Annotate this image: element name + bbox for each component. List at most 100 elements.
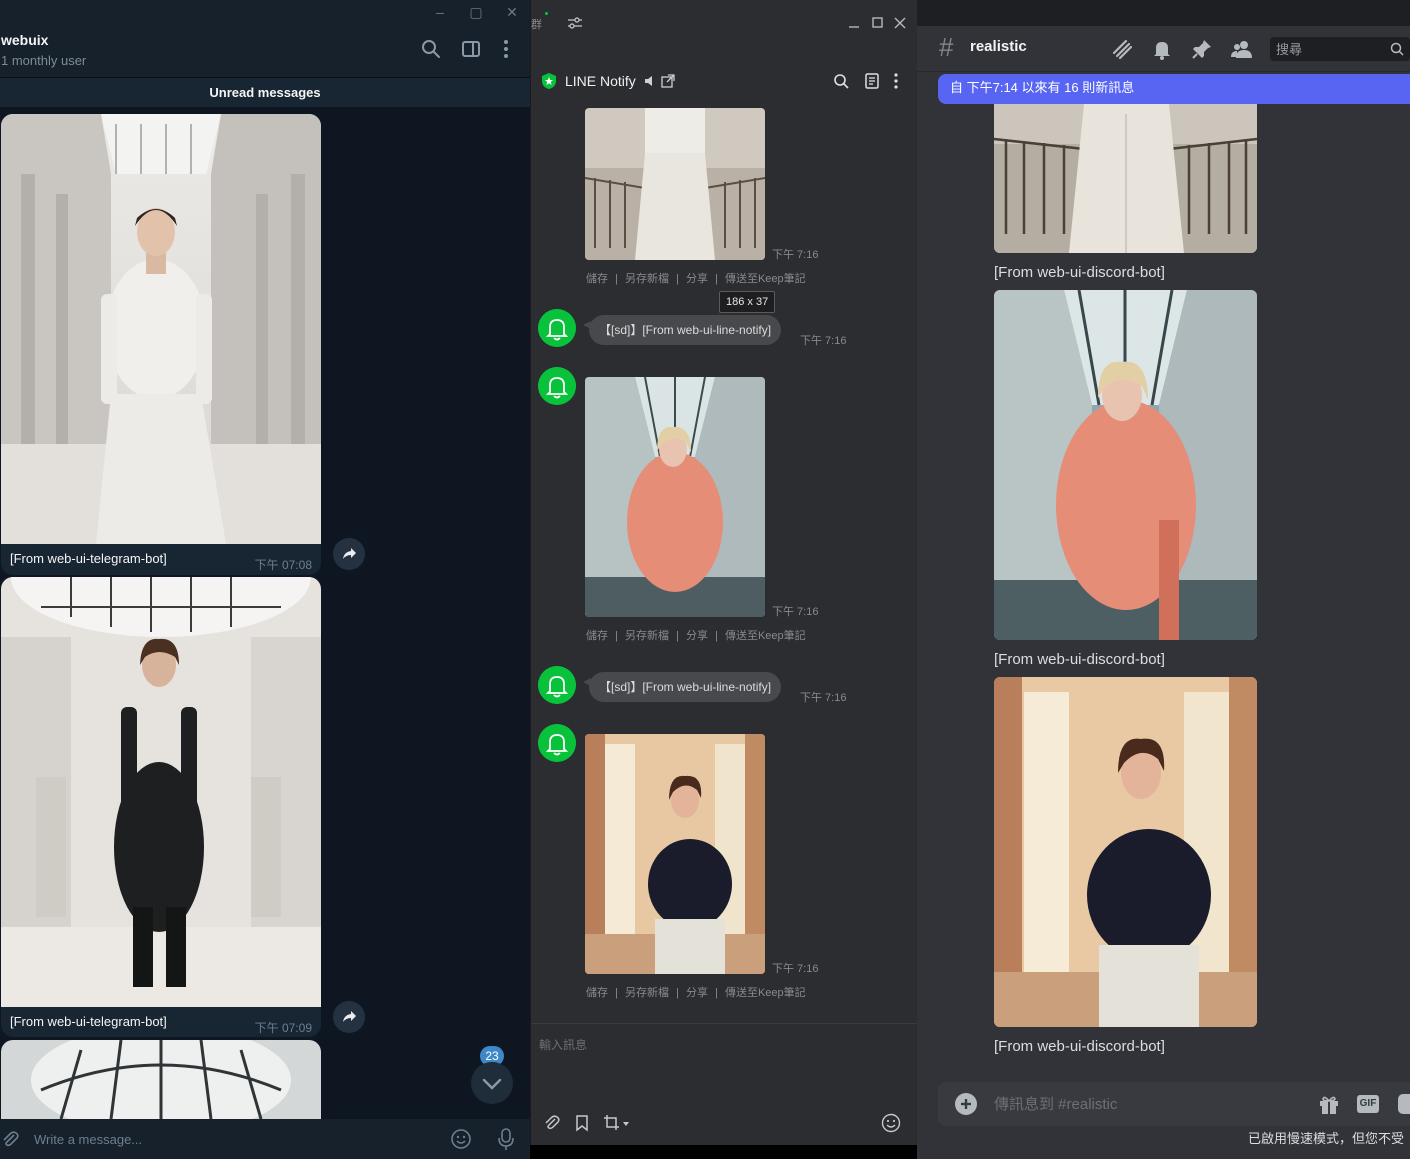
image-message[interactable]	[585, 734, 765, 974]
attachment-image[interactable]	[994, 677, 1257, 1027]
image-actions: 儲存 | 另存新檔 | 分享 | 傳送至Keep筆記	[586, 627, 806, 643]
action-separator: |	[676, 630, 679, 642]
notification-bell-icon[interactable]	[1150, 37, 1174, 61]
microphone-icon[interactable]	[496, 1127, 516, 1151]
photo-message[interactable]: [From web-ui-telegram-bot] 下午 07:09	[1, 577, 321, 1037]
action-separator: |	[676, 987, 679, 999]
notify-text-message[interactable]: 【[sd]】[From web-ui-line-notify]	[582, 672, 782, 702]
message-time: 下午 07:08	[254, 558, 312, 572]
attachment-image[interactable]	[994, 290, 1257, 640]
maximize-button[interactable]: ▢	[466, 2, 486, 22]
save-action[interactable]: 儲存	[586, 630, 608, 642]
share-action[interactable]: 分享	[686, 987, 708, 999]
sticker-icon[interactable]	[1397, 1093, 1410, 1115]
image-attachment[interactable]	[994, 290, 1257, 640]
add-attachment-icon[interactable]	[955, 1093, 977, 1115]
message-input[interactable]	[539, 1034, 899, 1056]
bookmark-icon[interactable]	[574, 1114, 590, 1132]
gift-icon[interactable]	[1318, 1093, 1340, 1115]
message-photo[interactable]	[1, 577, 321, 1007]
chat-title: LINE Notify	[565, 73, 636, 89]
image-attachment[interactable]	[994, 677, 1257, 1027]
share-action[interactable]: 分享	[686, 630, 708, 642]
telegram-chat-header[interactable]: webuix 1 monthly user	[0, 24, 530, 78]
notify-bell-icon	[538, 724, 576, 762]
photo-message[interactable]: [From web-ui-telegram-bot] 下午 07:08	[1, 114, 321, 575]
message-image[interactable]	[585, 108, 765, 260]
search-box[interactable]	[1270, 37, 1410, 61]
message-time: 下午 7:16	[772, 963, 819, 975]
chat-name: webuix	[1, 32, 49, 48]
title-fragment: 群	[531, 19, 542, 31]
save-action[interactable]: 儲存	[586, 273, 608, 285]
image-attachment[interactable]	[994, 104, 1257, 253]
speaker-icon	[645, 76, 652, 86]
emoji-icon[interactable]	[881, 1113, 901, 1133]
save-action[interactable]: 儲存	[586, 987, 608, 999]
maximize-icon[interactable]	[871, 16, 885, 30]
attach-icon[interactable]	[0, 1129, 20, 1149]
notify-bell-icon	[538, 367, 576, 405]
size-tooltip: 186 x 37	[719, 291, 776, 313]
external-window-icon[interactable]	[661, 74, 675, 88]
message-caption: [From web-ui-telegram-bot]	[10, 1014, 167, 1029]
screenshot-crop-icon[interactable]	[603, 1114, 633, 1132]
settings-sliders-icon[interactable]	[567, 16, 583, 30]
minimize-icon[interactable]	[847, 16, 861, 30]
pin-icon[interactable]	[1190, 37, 1214, 61]
image-message[interactable]	[585, 108, 765, 260]
notify-text-message[interactable]: 【[sd]】[From web-ui-line-notify]	[582, 315, 782, 345]
threads-icon[interactable]	[1110, 37, 1134, 61]
action-separator: |	[676, 273, 679, 285]
line-window: 群 LINE Notify 下午 7:16 儲存 | 另存新檔 | 分享 | 傳…	[530, 0, 917, 1145]
telegram-window: – ▢ ✕ webuix 1 monthly user Unread messa…	[0, 0, 530, 1159]
message-photo[interactable]	[1, 1040, 321, 1119]
discord-window: # realistic 搜尋 [From web-ui-discord-bot]…	[917, 0, 1410, 1159]
send-to-keep-action[interactable]: 傳送至Keep筆記	[725, 987, 806, 999]
new-messages-banner[interactable]: 自 下午7:14 以來有 16 則新訊息	[938, 74, 1410, 104]
message-text: [From web-ui-discord-bot]	[994, 264, 1165, 281]
search-icon[interactable]	[1390, 42, 1404, 56]
gif-button[interactable]: GIF	[1357, 1095, 1379, 1113]
forward-icon[interactable]	[333, 1001, 365, 1033]
more-vertical-icon[interactable]	[495, 38, 517, 60]
close-icon[interactable]	[893, 16, 907, 30]
save-as-action[interactable]: 另存新檔	[625, 630, 669, 642]
notify-bell-icon	[538, 666, 576, 704]
search-icon[interactable]	[833, 73, 849, 89]
message-image[interactable]	[585, 734, 765, 974]
scroll-down-button[interactable]	[471, 1062, 513, 1104]
message-time: 下午 7:16	[800, 335, 847, 347]
sidebar-toggle-icon[interactable]	[460, 38, 482, 60]
save-as-action[interactable]: 另存新檔	[625, 987, 669, 999]
search-icon[interactable]	[420, 38, 442, 60]
forward-icon[interactable]	[333, 538, 365, 570]
more-vertical-icon[interactable]	[891, 72, 901, 90]
image-actions: 儲存 | 另存新檔 | 分享 | 傳送至Keep筆記	[586, 984, 806, 1000]
notes-icon[interactable]	[864, 73, 880, 89]
emoji-icon[interactable]	[450, 1128, 472, 1150]
message-input[interactable]	[994, 1093, 1294, 1115]
message-photo[interactable]	[1, 114, 321, 544]
attach-icon[interactable]	[543, 1114, 561, 1132]
member-list-icon[interactable]	[1230, 37, 1254, 61]
send-to-keep-action[interactable]: 傳送至Keep筆記	[725, 273, 806, 285]
action-separator: |	[715, 987, 718, 999]
message-time: 下午 7:16	[800, 692, 847, 704]
message-input[interactable]	[34, 1127, 414, 1151]
official-shield-icon	[542, 73, 556, 89]
photo-message[interactable]	[1, 1040, 321, 1119]
send-to-keep-action[interactable]: 傳送至Keep筆記	[725, 630, 806, 642]
minimize-button[interactable]: –	[430, 2, 450, 22]
attachment-image[interactable]	[994, 104, 1257, 253]
close-button[interactable]: ✕	[502, 2, 522, 22]
search-input[interactable]	[1276, 39, 1386, 59]
channel-name: realistic	[970, 38, 1027, 55]
image-message[interactable]	[585, 377, 765, 617]
telegram-composer	[0, 1119, 530, 1159]
share-action[interactable]: 分享	[686, 273, 708, 285]
save-as-action[interactable]: 另存新檔	[625, 273, 669, 285]
message-image[interactable]	[585, 377, 765, 617]
message-time: 下午 7:16	[772, 249, 819, 261]
chat-subtitle: 1 monthly user	[1, 53, 87, 68]
